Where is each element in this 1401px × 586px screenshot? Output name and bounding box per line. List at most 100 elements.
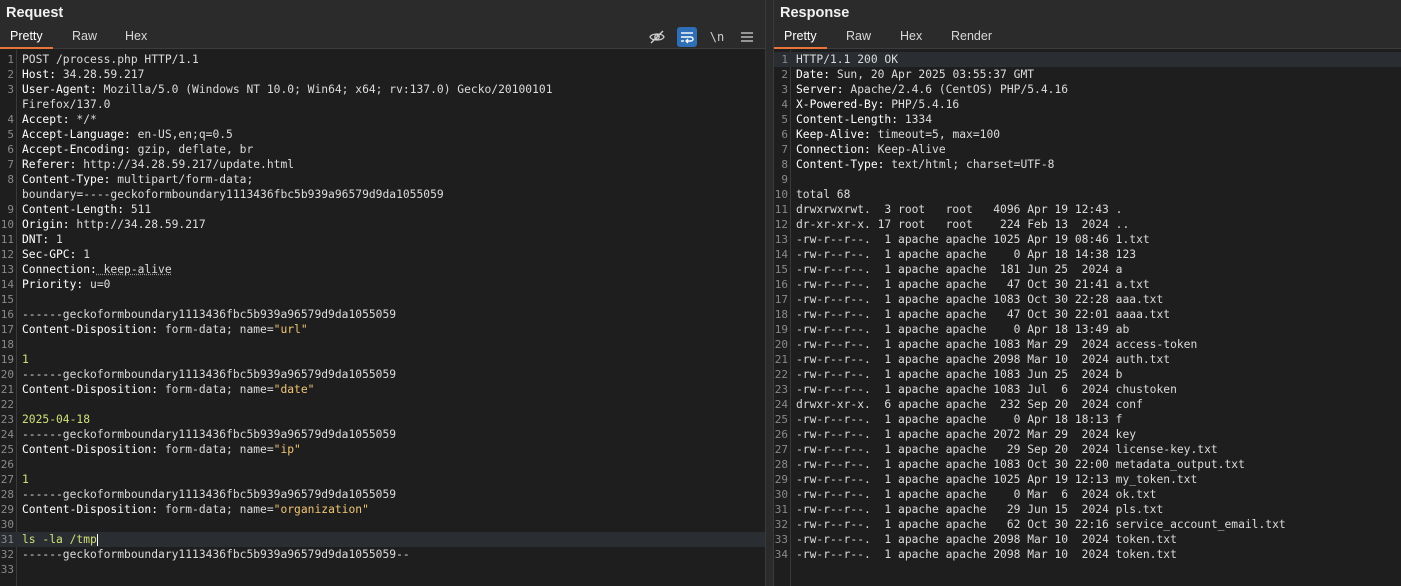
line-content: -rw-r--r--. 1 apache apache 2098 Mar 10 …: [796, 352, 1170, 367]
line-number: 33: [0, 563, 14, 576]
line-number: 16: [0, 308, 14, 321]
header-value: Apache/2.4.6 (CentOS) PHP/5.4.16: [843, 83, 1069, 96]
line-content: X-Powered-By: PHP/5.4.16: [796, 97, 959, 112]
request-line: 15: [0, 292, 765, 307]
param-value[interactable]: 1: [22, 353, 29, 366]
header-value: Mozilla/5.0 (Windows NT 10.0; Win64; x64…: [96, 83, 553, 96]
line-content: -rw-r--r--. 1 apache apache 1025 Apr 19 …: [796, 472, 1197, 487]
response-line: 34 -rw-r--r--. 1 apache apache 2098 Mar 1…: [774, 547, 1401, 562]
request-line: Firefox/137.0: [0, 97, 765, 112]
response-line: 28 -rw-r--r--. 1 apache apache 1083 Oct 3…: [774, 457, 1401, 472]
line-number: 8: [781, 158, 788, 171]
response-line: 6 Keep-Alive: timeout=5, max=100: [774, 127, 1401, 142]
line-number: 28: [774, 458, 788, 471]
request-pane: Request Pretty Raw Hex \n 1 POST /process…: [0, 0, 765, 586]
line-number: 22: [0, 398, 14, 411]
header-name: Content-Length:: [796, 113, 899, 126]
header-value: -rw-r--r--. 1 apache apache 1083 Jul 6 2…: [796, 383, 1177, 396]
pane-splitter[interactable]: [765, 0, 774, 586]
line-content: Content-Disposition: form-data; name="da…: [22, 382, 314, 397]
response-line: 20 -rw-r--r--. 1 apache apache 1083 Mar 2…: [774, 337, 1401, 352]
header-name: Accept:: [22, 113, 70, 126]
hamburger-menu-icon[interactable]: [737, 27, 757, 47]
line-content: Content-Disposition: form-data; name="or…: [22, 502, 369, 517]
line-content: -rw-r--r--. 1 apache apache 1083 Mar 29 …: [796, 337, 1197, 352]
response-line: 29 -rw-r--r--. 1 apache apache 1025 Apr 1…: [774, 472, 1401, 487]
request-tab-hex[interactable]: Hex: [115, 25, 157, 48]
request-line: 32 ------geckoformboundary1113436fbc5b939…: [0, 547, 765, 562]
response-title: Response: [780, 4, 850, 21]
line-content: POST /process.php HTTP/1.1: [22, 52, 199, 67]
response-tab-render[interactable]: Render: [941, 25, 1002, 48]
response-line: 33 -rw-r--r--. 1 apache apache 2098 Mar 1…: [774, 532, 1401, 547]
param-value[interactable]: ls -la /tmp: [22, 533, 97, 546]
header-name: Referer:: [22, 158, 77, 171]
line-content: -rw-r--r--. 1 apache apache 0 Mar 6 2024…: [796, 487, 1156, 502]
response-line: 24 drwxr-xr-x. 6 apache apache 232 Sep 20…: [774, 397, 1401, 412]
line-number: 16: [774, 278, 788, 291]
response-line: 9: [774, 172, 1401, 187]
response-line: 10 total 68: [774, 187, 1401, 202]
eye-slash-icon[interactable]: [647, 27, 667, 47]
header-value: HTTP/1.1 200 OK: [796, 53, 899, 66]
request-tab-raw[interactable]: Raw: [62, 25, 107, 48]
header-value: form-data; name=: [158, 383, 274, 396]
header-value: boundary=----geckoformboundary1113436fbc…: [22, 188, 444, 201]
header-value: http://34.28.59.217: [69, 218, 206, 231]
response-line: 16 -rw-r--r--. 1 apache apache 47 Oct 30 …: [774, 277, 1401, 292]
response-tab-pretty[interactable]: Pretty: [774, 25, 827, 49]
header-value: gzip, deflate, br: [130, 143, 254, 156]
header-value: -rw-r--r--. 1 apache apache 0 Mar 6 2024…: [796, 488, 1157, 501]
line-content: Content-Type: text/html; charset=UTF-8: [796, 157, 1054, 172]
word-wrap-icon[interactable]: [677, 26, 697, 47]
header-value: dr-xr-xr-x. 17 root root 224 Feb 13 2024…: [796, 218, 1130, 231]
line-content: Host: 34.28.59.217: [22, 67, 144, 82]
response-line: 1 HTTP/1.1 200 OK: [774, 52, 1401, 67]
header-value: ------geckoformboundary1113436fbc5b939a9…: [22, 368, 397, 381]
line-content: 1: [22, 472, 29, 487]
header-name: Content-Type:: [22, 173, 111, 186]
response-editor[interactable]: 1 HTTP/1.1 200 OK 2 Date: Sun, 20 Apr 2025 …: [774, 50, 1401, 586]
response-line: 7 Connection: Keep-Alive: [774, 142, 1401, 157]
line-content: ------geckoformboundary1113436fbc5b939a9…: [22, 367, 396, 382]
header-value: -rw-r--r--. 1 apache apache 1083 Oct 30 …: [796, 458, 1245, 471]
response-tab-raw[interactable]: Raw: [836, 25, 881, 48]
newline-toggle[interactable]: \n: [707, 27, 727, 47]
header-value: -rw-r--r--. 1 apache apache 2072 Mar 29 …: [796, 428, 1137, 441]
param-value[interactable]: 1: [22, 473, 29, 486]
response-header: Response: [774, 0, 1401, 25]
header-value: keep-alive: [96, 263, 172, 276]
line-number: 3: [7, 83, 14, 96]
field-name: "organization": [273, 503, 369, 516]
line-number: 10: [774, 188, 788, 201]
header-name: Connection:: [796, 143, 871, 156]
header-name: Content-Disposition:: [22, 383, 159, 396]
line-content: drwxrwxrwt. 3 root root 4096 Apr 19 12:4…: [796, 202, 1122, 217]
line-number: 23: [774, 383, 788, 396]
param-value[interactable]: 2025-04-18: [22, 413, 90, 426]
request-line: 7 Referer: http://34.28.59.217/update.htm…: [0, 157, 765, 172]
line-number: 10: [0, 218, 14, 231]
line-content: Accept: */*: [22, 112, 97, 127]
response-tab-hex[interactable]: Hex: [890, 25, 932, 48]
line-number: 27: [0, 473, 14, 486]
header-value: Sun, 20 Apr 2025 03:55:37 GMT: [830, 68, 1035, 81]
request-editor[interactable]: 1 POST /process.php HTTP/1.1 2 Host: 34.28.…: [0, 50, 765, 586]
request-line: 30: [0, 517, 765, 532]
line-number: 32: [0, 548, 14, 561]
line-number: 17: [0, 323, 14, 336]
header-name: Content-Disposition:: [22, 503, 159, 516]
request-line: 25 Content-Disposition: form-data; name="…: [0, 442, 765, 457]
request-line: 26: [0, 457, 765, 472]
response-line: 32 -rw-r--r--. 1 apache apache 62 Oct 30 …: [774, 517, 1401, 532]
line-content: boundary=----geckoformboundary1113436fbc…: [22, 187, 444, 202]
request-tabbar: Pretty Raw Hex \n: [0, 25, 765, 49]
request-tab-pretty[interactable]: Pretty: [0, 25, 53, 49]
field-name: "url": [273, 323, 308, 336]
request-line: 9 Content-Length: 511: [0, 202, 765, 217]
request-line: 2 Host: 34.28.59.217: [0, 67, 765, 82]
request-line: 3 User-Agent: Mozilla/5.0 (Windows NT 10.…: [0, 82, 765, 97]
line-content: Keep-Alive: timeout=5, max=100: [796, 127, 1000, 142]
line-content: Connection: Keep-Alive: [796, 142, 946, 157]
line-number: 33: [774, 533, 788, 546]
